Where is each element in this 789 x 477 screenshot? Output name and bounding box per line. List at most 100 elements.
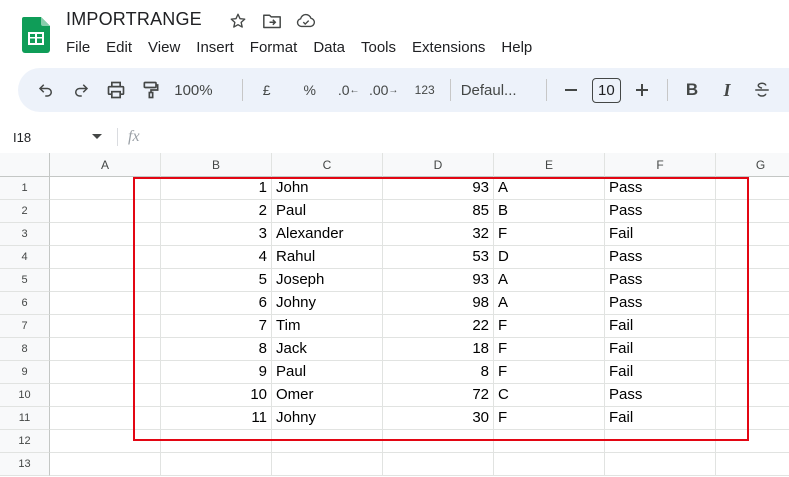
cell-d3[interactable]: 32 [383, 223, 494, 246]
cell-g1[interactable] [716, 177, 789, 200]
cell-g5[interactable] [716, 269, 789, 292]
cell-c6[interactable]: Johny [272, 292, 383, 315]
cell-e11[interactable]: F [494, 407, 605, 430]
column-header-d[interactable]: D [383, 153, 494, 177]
menu-help[interactable]: Help [493, 38, 540, 58]
move-folder-icon[interactable] [262, 11, 282, 31]
name-box[interactable]: I18 [0, 126, 110, 148]
decrease-decimal-button[interactable]: .0 ← [335, 76, 363, 104]
cell-b3[interactable]: 3 [161, 223, 272, 246]
cell-a9[interactable] [50, 361, 161, 384]
menu-insert[interactable]: Insert [188, 38, 242, 58]
cell-a6[interactable] [50, 292, 161, 315]
cell-c12[interactable] [272, 430, 383, 453]
cell-f1[interactable]: Pass [605, 177, 716, 200]
strikethrough-icon[interactable] [748, 76, 776, 104]
cell-c8[interactable]: Jack [272, 338, 383, 361]
row-header-1[interactable]: 1 [0, 177, 50, 200]
cell-e9[interactable]: F [494, 361, 605, 384]
cell-b8[interactable]: 8 [161, 338, 272, 361]
bold-button[interactable]: B [678, 76, 706, 104]
cell-c10[interactable]: Omer [272, 384, 383, 407]
cell-f11[interactable]: Fail [605, 407, 716, 430]
cell-c4[interactable]: Rahul [272, 246, 383, 269]
cell-b1[interactable]: 1 [161, 177, 272, 200]
increase-decimal-button[interactable]: .00 → [369, 76, 398, 104]
cell-c13[interactable] [272, 453, 383, 476]
cell-g11[interactable] [716, 407, 789, 430]
cell-d5[interactable]: 93 [383, 269, 494, 292]
menu-tools[interactable]: Tools [353, 38, 404, 58]
cell-b4[interactable]: 4 [161, 246, 272, 269]
cell-d12[interactable] [383, 430, 494, 453]
cell-g3[interactable] [716, 223, 789, 246]
cell-a2[interactable] [50, 200, 161, 223]
cell-c3[interactable]: Alexander [272, 223, 383, 246]
cell-e6[interactable]: A [494, 292, 605, 315]
cell-a5[interactable] [50, 269, 161, 292]
menu-view[interactable]: View [140, 38, 188, 58]
row-header-4[interactable]: 4 [0, 246, 50, 269]
currency-format-button[interactable]: £ [253, 76, 281, 104]
row-header-9[interactable]: 9 [0, 361, 50, 384]
cell-a12[interactable] [50, 430, 161, 453]
cell-c2[interactable]: Paul [272, 200, 383, 223]
row-header-12[interactable]: 12 [0, 430, 50, 453]
cell-b2[interactable]: 2 [161, 200, 272, 223]
row-header-2[interactable]: 2 [0, 200, 50, 223]
cell-a1[interactable] [50, 177, 161, 200]
cell-d1[interactable]: 93 [383, 177, 494, 200]
row-header-5[interactable]: 5 [0, 269, 50, 292]
cell-g7[interactable] [716, 315, 789, 338]
cell-a8[interactable] [50, 338, 161, 361]
cell-f12[interactable] [605, 430, 716, 453]
select-all-corner[interactable] [0, 153, 50, 177]
row-header-8[interactable]: 8 [0, 338, 50, 361]
cell-e1[interactable]: A [494, 177, 605, 200]
cell-c7[interactable]: Tim [272, 315, 383, 338]
cell-f9[interactable]: Fail [605, 361, 716, 384]
cell-e4[interactable]: D [494, 246, 605, 269]
cell-d11[interactable]: 30 [383, 407, 494, 430]
sheets-logo-icon[interactable] [22, 17, 50, 53]
row-header-7[interactable]: 7 [0, 315, 50, 338]
cell-d6[interactable]: 98 [383, 292, 494, 315]
cell-a4[interactable] [50, 246, 161, 269]
cell-b5[interactable]: 5 [161, 269, 272, 292]
cell-d13[interactable] [383, 453, 494, 476]
font-select[interactable]: Defaul... [460, 76, 534, 104]
cell-b7[interactable]: 7 [161, 315, 272, 338]
star-icon[interactable] [228, 11, 248, 31]
cell-d9[interactable]: 8 [383, 361, 494, 384]
cell-e13[interactable] [494, 453, 605, 476]
cell-d7[interactable]: 22 [383, 315, 494, 338]
cell-e3[interactable]: F [494, 223, 605, 246]
cell-a3[interactable] [50, 223, 161, 246]
cell-a7[interactable] [50, 315, 161, 338]
column-header-c[interactable]: C [272, 153, 383, 177]
cell-f3[interactable]: Fail [605, 223, 716, 246]
menu-format[interactable]: Format [242, 38, 306, 58]
cell-g10[interactable] [716, 384, 789, 407]
cell-f2[interactable]: Pass [605, 200, 716, 223]
more-formats-button[interactable]: 123 [411, 76, 439, 104]
cell-g2[interactable] [716, 200, 789, 223]
cell-d4[interactable]: 53 [383, 246, 494, 269]
cell-c1[interactable]: John [272, 177, 383, 200]
cell-b13[interactable] [161, 453, 272, 476]
cell-b10[interactable]: 10 [161, 384, 272, 407]
cell-f4[interactable]: Pass [605, 246, 716, 269]
cell-e5[interactable]: A [494, 269, 605, 292]
undo-icon[interactable] [32, 76, 60, 104]
row-header-10[interactable]: 10 [0, 384, 50, 407]
cell-b9[interactable]: 9 [161, 361, 272, 384]
row-header-6[interactable]: 6 [0, 292, 50, 315]
zoom-select[interactable]: 100% [172, 76, 231, 104]
cell-g9[interactable] [716, 361, 789, 384]
cloud-status-icon[interactable] [296, 11, 316, 31]
cell-c5[interactable]: Joseph [272, 269, 383, 292]
row-header-13[interactable]: 13 [0, 453, 50, 476]
cell-g12[interactable] [716, 430, 789, 453]
column-header-b[interactable]: B [161, 153, 272, 177]
cell-f5[interactable]: Pass [605, 269, 716, 292]
